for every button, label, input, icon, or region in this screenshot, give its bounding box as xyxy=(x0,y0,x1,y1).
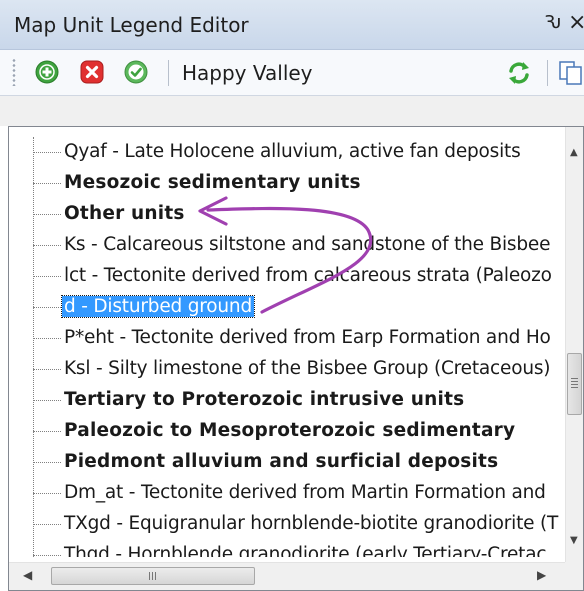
vertical-scrollbar[interactable]: ▲ ▼ xyxy=(565,127,583,562)
toolbar-grip[interactable] xyxy=(12,58,16,86)
tree-guide-line xyxy=(33,137,34,557)
tree-connector xyxy=(33,183,61,184)
tree-connector xyxy=(33,462,61,463)
refresh-icon xyxy=(509,62,529,84)
close-icon[interactable]: × xyxy=(568,10,584,35)
window-title: Map Unit Legend Editor xyxy=(14,13,249,37)
tree-item-label: Paleozoic to Mesoproterozoic sedimentary xyxy=(64,420,516,441)
vertical-thumb-grip xyxy=(571,378,578,388)
legend-tree[interactable]: Qyaf - Late Holocene alluvium, active fa… xyxy=(9,137,565,557)
tree-item-label: d - Disturbed ground xyxy=(61,295,255,318)
tree-item-label: Ksl - Silty limestone of the Bisbee Grou… xyxy=(64,358,551,379)
tree-item-label: lct - Tectonite derived from calcareous … xyxy=(64,265,552,286)
tree-connector xyxy=(33,400,61,401)
pin-icon[interactable]: Ԅ xyxy=(544,12,562,33)
tree-connector xyxy=(33,338,61,339)
tree-connector xyxy=(33,245,61,246)
toolbar-separator xyxy=(168,60,169,86)
tree-connector xyxy=(33,369,61,370)
panel-spacer xyxy=(0,96,584,126)
horizontal-thumb-grip xyxy=(149,572,158,580)
copy-button[interactable] xyxy=(558,60,584,86)
tree-item-label: Tertiary to Proterozoic intrusive units xyxy=(64,389,465,410)
scrollbar-corner xyxy=(565,562,583,590)
tree-connector xyxy=(33,152,61,153)
tree-connector xyxy=(33,524,61,525)
scroll-down-icon[interactable]: ▼ xyxy=(570,535,578,546)
ok-button[interactable] xyxy=(124,60,148,84)
delete-button[interactable] xyxy=(80,60,104,84)
legend-tree-panel: Qyaf - Late Holocene alluvium, active fa… xyxy=(8,126,584,591)
tree-item-label: Thgd - Hornblende granodiorite (early Te… xyxy=(64,544,547,557)
copy-icon xyxy=(559,61,582,85)
toolbar-separator-2 xyxy=(547,60,548,86)
tree-connector xyxy=(33,276,61,277)
tree-item-label: Other units xyxy=(64,203,185,224)
horizontal-scroll-thumb[interactable] xyxy=(51,567,255,585)
tree-item-label: Piedmont alluvium and surficial deposits xyxy=(64,451,499,472)
scroll-right-icon[interactable]: ▶ xyxy=(537,568,546,582)
add-button[interactable] xyxy=(35,60,59,84)
tree-connector xyxy=(33,493,61,494)
horizontal-scrollbar[interactable]: ◀ ▶ xyxy=(9,562,565,590)
refresh-button[interactable] xyxy=(505,59,533,87)
tree-connector xyxy=(33,431,61,432)
tree-item-label: TXgd - Equigranular hornblende-biotite g… xyxy=(64,513,559,534)
vertical-scroll-thumb[interactable] xyxy=(567,353,582,415)
scroll-up-icon[interactable]: ▲ xyxy=(570,147,578,158)
tree-connector xyxy=(33,214,61,215)
delete-icon xyxy=(80,60,104,84)
ok-icon xyxy=(124,60,148,84)
title-bar: Map Unit Legend Editor Ԅ × xyxy=(0,0,584,50)
tree-item-label: Dm_at - Tectonite derived from Martin Fo… xyxy=(64,482,546,503)
scroll-left-icon[interactable]: ◀ xyxy=(23,568,32,582)
map-name-label: Happy Valley xyxy=(182,61,313,85)
tree-connector xyxy=(33,555,61,556)
tree-item-label: Mesozoic sedimentary units xyxy=(64,172,361,193)
tree-item-label: Qyaf - Late Holocene alluvium, active fa… xyxy=(64,141,521,162)
tree-connector xyxy=(33,307,61,308)
toolbar: Happy Valley xyxy=(0,50,584,96)
tree-item-label: Ks - Calcareous siltstone and sandstone … xyxy=(64,234,551,255)
add-icon xyxy=(35,60,59,84)
tree-item-label: P*eht - Tectonite derived from Earp Form… xyxy=(64,327,551,348)
